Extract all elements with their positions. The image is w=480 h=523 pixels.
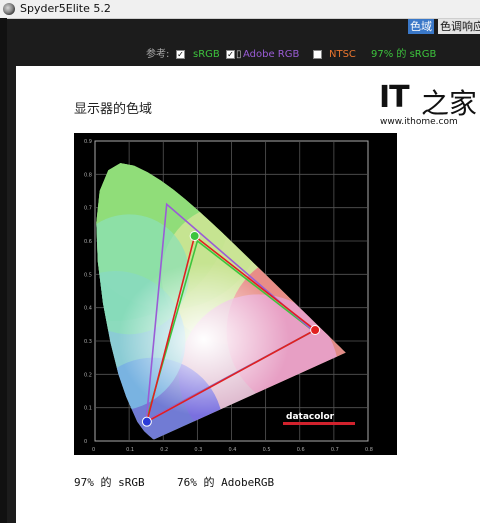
y-tick-label: 0 (84, 439, 87, 445)
x-axis-ticks: 0 0.1 0.2 0.3 0.4 0.5 0.6 0.7 0.8 (92, 447, 373, 453)
legend-ntsc: NTSC (329, 49, 356, 60)
reference-legend: 参考: ✓ sRGB ✓ ▯ Adobe RGB NTSC 97% 的 sRGB (0, 46, 480, 64)
y-tick-label: 0.8 (84, 172, 92, 178)
primary-point (189, 231, 200, 241)
gamut-chart: 0 0.1 0.2 0.3 0.4 0.5 0.6 0.7 0.8 00.10.20.30.40… (74, 133, 397, 455)
primary-point (310, 325, 321, 335)
y-tick-label: 0.4 (84, 306, 92, 312)
x-tick-label: 0.6 (297, 447, 305, 453)
datacolor-bar (283, 422, 355, 425)
y-tick-label: 0.3 (84, 339, 92, 345)
y-tick-label: 0.6 (84, 239, 92, 245)
x-tick-label: 0.8 (365, 447, 373, 453)
tab-tone-response[interactable]: 色调响应 (438, 19, 480, 34)
x-tick-label: 0.2 (160, 447, 168, 453)
app-icon (3, 3, 15, 15)
y-tick-label: 0.2 (84, 372, 92, 378)
side-strip (0, 18, 7, 523)
x-tick-label: 0.7 (331, 447, 339, 453)
spectral-locus (96, 163, 346, 440)
primary-point (141, 416, 152, 427)
legend-prefix: 参考: (146, 49, 170, 60)
y-axis-ticks: 0 0.1 0.2 0.3 0.4 0.5 0.6 0.7 0.8 0.9 (84, 139, 92, 445)
y-tick-label: 0.5 (84, 272, 92, 278)
x-tick-label: 0 (92, 447, 95, 453)
y-tick-label: 0.1 (84, 406, 92, 412)
x-tick-label: 0.1 (126, 447, 134, 453)
window-title: Spyder5Elite 5.2 (20, 2, 111, 15)
y-tick-label: 0.7 (84, 206, 92, 212)
panel-title: 显示器的色域 (74, 102, 153, 117)
legend-adobe-rgb: Adobe RGB (243, 49, 300, 60)
result-adobe-rgb: 76% 的 AdobeRGB (177, 476, 275, 489)
x-tick-label: 0.5 (263, 447, 271, 453)
result-srgb: 97% 的 sRGB (74, 476, 145, 489)
title-bar: Spyder5Elite 5.2 (0, 0, 480, 19)
ithome-url: www.ithome.com (380, 117, 458, 127)
y-tick-label: 0.9 (84, 139, 92, 145)
legend-summary: 97% 的 sRGB (371, 49, 437, 60)
ntsc-checkbox[interactable] (313, 50, 322, 59)
adobe-rgb-checkbox[interactable]: ✓ (226, 50, 235, 59)
ithome-logo-text: 之家 (421, 87, 478, 120)
tab-gamut[interactable]: 色域 (408, 19, 434, 34)
ithome-logo: IT (379, 80, 410, 115)
x-tick-label: 0.4 (229, 447, 237, 453)
srgb-checkbox[interactable]: ✓ (176, 50, 185, 59)
legend-srgb: sRGB (193, 49, 220, 60)
x-tick-label: 0.3 (194, 447, 202, 453)
gamut-panel: 显示器的色域 IT 之家 www.ithome.com 0 0.1 0.2 0.3 0.… (16, 66, 480, 523)
brand-label: datacolor (286, 412, 335, 422)
